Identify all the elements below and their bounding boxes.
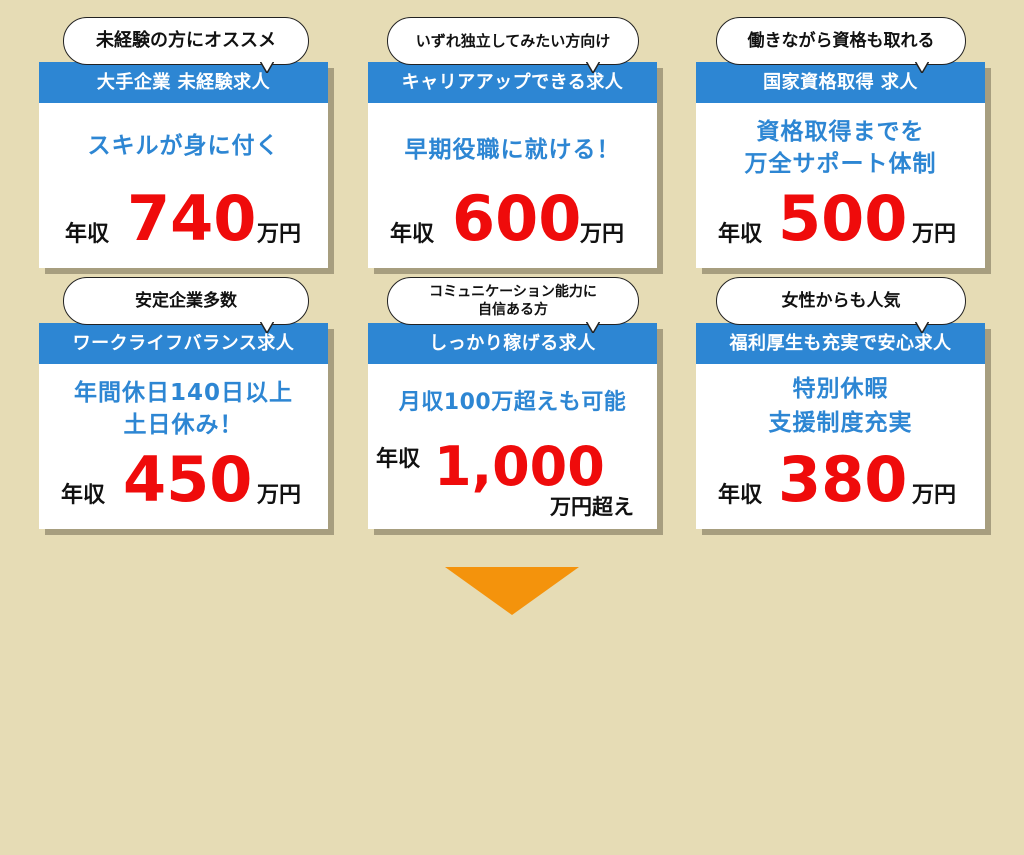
card-header: 国家資格取得 求人 — [696, 62, 985, 103]
bubble-text: 働きながら資格も取れる — [747, 31, 935, 51]
bubble-text: 安定企業多数 — [135, 291, 237, 311]
salary-row: 年収 740 万円 — [39, 182, 328, 258]
job-card-2[interactable]: キャリアアップできる求人 早期役職に就ける！ 年収 600 万円 — [368, 62, 663, 274]
card-header: 大手企業 未経験求人 — [39, 62, 328, 103]
card-subtitle: 月収100万超えも可能 — [398, 390, 627, 415]
salary-value: 380 — [778, 443, 908, 516]
card-header: しっかり稼げる求人 — [368, 323, 657, 364]
speech-bubble-4: 安定企業多数 — [63, 277, 309, 333]
card-subtitle: 特別休暇 — [792, 376, 889, 402]
salary-unit: 万円 — [912, 222, 957, 247]
salary-unit: 万円超え — [550, 495, 634, 519]
salary-row: 年収 1,000 万円超え — [368, 435, 657, 525]
speech-bubble-1: 未経験の方にオススメ — [63, 17, 309, 73]
card-subtitle: 資格取得までを — [756, 119, 925, 145]
salary-value: 600 — [452, 182, 582, 255]
card-subtitle: 年間休日140日以上 — [73, 380, 293, 406]
job-card-3[interactable]: 国家資格取得 求人 資格取得までを 万全サポート体制 年収 500 万円 — [696, 62, 991, 274]
card-subtitle: 早期役職に就ける！ — [404, 137, 621, 163]
card-header: 福利厚生も充実で安心求人 — [696, 323, 985, 364]
salary-label: 年収 — [718, 222, 763, 247]
down-triangle-icon — [445, 567, 579, 615]
salary-value: 1,000 — [434, 435, 605, 498]
salary-label: 年収 — [376, 447, 421, 472]
card-subtitle: スキルが身に付く — [87, 133, 280, 159]
card-subtitle: 支援制度充実 — [768, 410, 913, 436]
bubble-text: 女性からも人気 — [781, 291, 901, 311]
job-card-5[interactable]: しっかり稼げる求人 月収100万超えも可能 年収 1,000 万円超え — [368, 323, 663, 535]
bubble-text: いずれ独立してみたい方向け — [415, 32, 611, 50]
bubble-text: コミュニケーション能力に 自信ある方 — [429, 284, 597, 318]
salary-value: 500 — [778, 182, 908, 255]
speech-bubble-5: コミュニケーション能力に 自信ある方 — [387, 277, 639, 333]
salary-row: 年収 380 万円 — [696, 443, 985, 519]
salary-value: 740 — [127, 182, 257, 255]
salary-row: 年収 450 万円 — [39, 443, 328, 519]
job-card-1[interactable]: 大手企業 未経験求人 スキルが身に付く 年収 740 万円 — [39, 62, 334, 274]
bubble-text: 未経験の方にオススメ — [96, 30, 276, 51]
bubble-tail-icon — [915, 61, 929, 73]
salary-row: 年収 500 万円 — [696, 182, 985, 258]
speech-bubble-6: 女性からも人気 — [716, 277, 966, 333]
salary-label: 年収 — [65, 222, 110, 247]
salary-value: 450 — [123, 443, 253, 516]
salary-unit: 万円 — [912, 483, 957, 508]
job-card-6[interactable]: 福利厚生も充実で安心求人 特別休暇 支援制度充実 年収 380 万円 — [696, 323, 991, 535]
salary-unit: 万円 — [580, 222, 625, 247]
card-subtitle: 土日休み！ — [123, 412, 244, 438]
speech-bubble-2: いずれ独立してみたい方向け — [387, 17, 639, 73]
bubble-tail-icon — [586, 61, 600, 73]
salary-unit: 万円 — [257, 483, 302, 508]
salary-unit: 万円 — [257, 222, 302, 247]
bubble-tail-icon — [260, 61, 274, 73]
salary-label: 年収 — [61, 483, 106, 508]
salary-label: 年収 — [390, 222, 435, 247]
card-header: キャリアアップできる求人 — [368, 62, 657, 103]
card-header: ワークライフバランス求人 — [39, 323, 328, 364]
salary-row: 年収 600 万円 — [368, 182, 657, 258]
job-card-4[interactable]: ワークライフバランス求人 年間休日140日以上 土日休み！ 年収 450 万円 — [39, 323, 334, 535]
bubble-tail-icon — [260, 321, 274, 333]
bubble-tail-icon — [915, 321, 929, 333]
speech-bubble-3: 働きながら資格も取れる — [716, 17, 966, 73]
card-subtitle: 万全サポート体制 — [744, 151, 937, 177]
salary-label: 年収 — [718, 483, 763, 508]
bubble-tail-icon — [586, 321, 600, 333]
